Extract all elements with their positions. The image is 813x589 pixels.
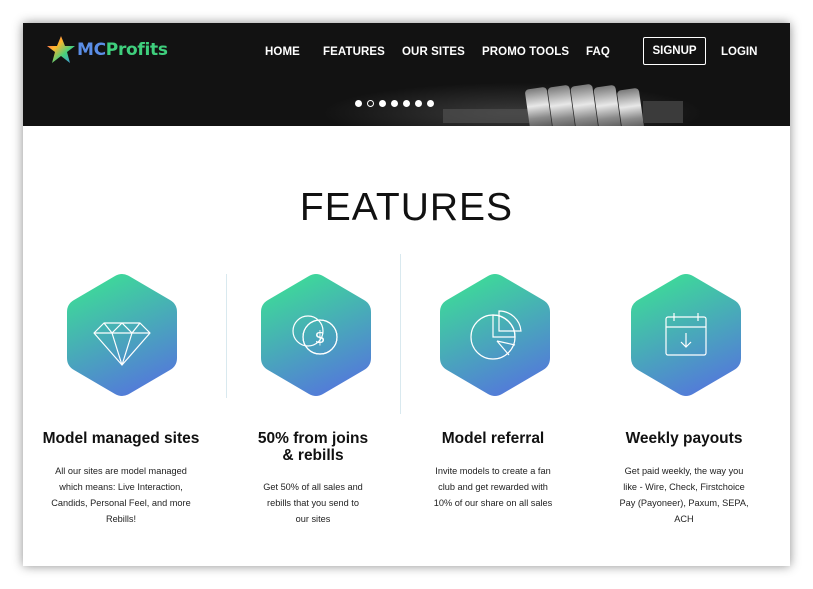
feature-description-line: ACH — [674, 514, 694, 524]
signup-button[interactable]: SIGNUP — [643, 37, 706, 65]
feature-description-line: like - Wire, Check, Firstchoice — [623, 482, 745, 492]
feature-title-line: & rebills — [282, 447, 344, 464]
slider-dot[interactable] — [379, 100, 386, 107]
slider-dot[interactable] — [415, 100, 422, 107]
feature-title: Model referral — [398, 430, 588, 447]
feature-title: Weekly payouts — [589, 430, 779, 447]
feature-description-line: Rebills! — [105, 514, 137, 524]
feature-title-line: Weekly payouts — [625, 430, 743, 447]
feature-divider — [226, 274, 227, 398]
slider-pagination — [355, 100, 434, 107]
pie-chart-icon — [440, 274, 550, 396]
feature-description-line: our sites — [295, 514, 331, 524]
feature-description: Get 50% of all sales and rebills that you… — [218, 479, 408, 527]
feature-description-line: Candids, Personal Feel, and more — [51, 498, 191, 508]
logo[interactable]: MCProfits — [46, 35, 168, 65]
diamond-icon — [67, 274, 177, 396]
nav-home[interactable]: HOME — [265, 37, 300, 67]
nav-promo-tools[interactable]: PROMO TOOLS — [482, 37, 569, 67]
calendar-icon — [631, 274, 741, 396]
feature-title: 50% from joins & rebills — [218, 430, 408, 464]
login-link[interactable]: LOGIN — [721, 37, 757, 67]
feature-description: All our sites are model managed which mea… — [26, 463, 216, 527]
feature-description-line: club and get rewarded with — [438, 482, 548, 492]
feature-description: Get paid weekly, the way you like - Wire,… — [589, 463, 779, 527]
feature-title-line: Model managed sites — [42, 430, 200, 447]
slider-dot[interactable] — [391, 100, 398, 107]
nav-faq[interactable]: FAQ — [586, 37, 610, 67]
feature-title-line: 50% from joins — [257, 430, 369, 447]
feature-description: Invite models to create a fan club and ge… — [398, 463, 588, 511]
browser-frame: MCProfits HOME FEATURES OUR SITES PROMO … — [23, 23, 790, 566]
logo-star-icon — [47, 36, 75, 63]
slider-dot[interactable] — [403, 100, 410, 107]
logo-text: MCProfits — [77, 40, 168, 60]
feature-description-line: which means: Live Interaction, — [59, 482, 183, 492]
svg-text:$: $ — [315, 328, 326, 348]
feature-description-line: Pay (Payoneer), Paxum, SEPA, — [619, 498, 749, 508]
nav-our-sites[interactable]: OUR SITES — [402, 37, 465, 67]
feature-description-line: Get 50% of all sales and — [263, 482, 363, 492]
feature-description-line: 10% of our share on all sales — [433, 498, 553, 508]
feature-divider — [400, 254, 401, 414]
feature-description-line: Get paid weekly, the way you — [624, 466, 744, 476]
feature-description-line: Invite models to create a fan — [435, 466, 551, 476]
feature-title: Model managed sites — [26, 430, 216, 447]
slider-dot[interactable] — [355, 100, 362, 107]
site-header: MCProfits HOME FEATURES OUR SITES PROMO … — [23, 23, 790, 126]
feature-title-line: Model referral — [441, 430, 545, 447]
section-title: FEATURES — [299, 186, 514, 229]
slider-dot[interactable] — [427, 100, 434, 107]
feature-description-line: All our sites are model managed — [55, 466, 187, 476]
slider-dot[interactable] — [367, 100, 374, 107]
coins-icon: $ — [261, 274, 371, 396]
feature-description-line: rebills that you send to — [267, 498, 359, 508]
nav-features[interactable]: FEATURES — [323, 37, 385, 67]
